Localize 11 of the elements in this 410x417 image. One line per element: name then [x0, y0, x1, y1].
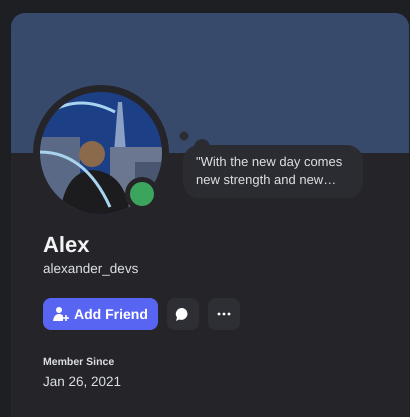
username: alexander_devs: [43, 261, 140, 276]
more-icon: [216, 312, 231, 316]
add-friend-button[interactable]: Add Friend: [43, 298, 158, 330]
more-button[interactable]: [208, 298, 240, 330]
message-button[interactable]: [166, 298, 199, 330]
member-since-date: Jan 26, 2021: [43, 374, 122, 389]
display-name: Alex: [43, 231, 90, 259]
speech-bubble-icon: [175, 306, 190, 322]
member-since-label: Member Since: [43, 356, 116, 368]
add-user-icon: [53, 306, 69, 322]
custom-status: "With the new day comes new strength and new…: [183, 145, 363, 198]
